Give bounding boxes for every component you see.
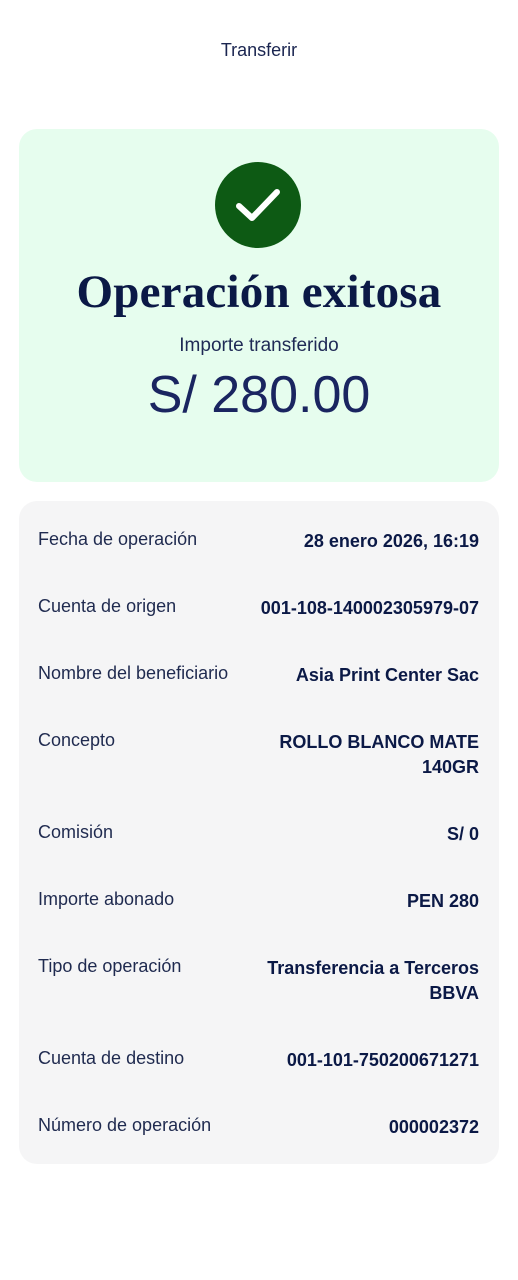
detail-value: S/ 0 [446,824,479,844]
detail-value: 28 enero 2026, 16:19 [303,531,479,551]
page-title: Transferir [220,40,298,60]
detail-label: Concepto [38,730,116,750]
success-title: Operación exitosa [76,266,442,318]
detail-label: Cuenta de destino [38,1048,185,1068]
detail-value: Asia Print Center Sac [295,665,479,685]
operation-details: Fecha de operación 28 enero 2026, 16:19 … [19,501,499,1164]
detail-value: 001-101-750200671271 [286,1050,479,1070]
detail-row-concepto: Concepto ROLLO BLANCO MATE 140GR [38,730,479,780]
detail-row-importe-abonado: Importe abonado PEN 280 [38,889,479,914]
amount-label: Importe transferido [179,335,339,356]
detail-row-cuenta-destino: Cuenta de destino 001-101-750200671271 [38,1048,479,1073]
detail-value: ROLLO BLANCO MATE 140GR [279,732,479,777]
detail-label: Comisión [38,822,114,842]
success-card: Operación exitosa Importe transferido S/… [19,129,499,482]
detail-value: 000002372 [388,1117,479,1137]
detail-row-numero-operacion: Número de operación 000002372 [38,1115,479,1140]
detail-row-comision: Comisión S/ 0 [38,822,479,847]
detail-label: Nombre del beneficiario [38,663,229,683]
detail-label: Fecha de operación [38,529,198,549]
detail-row-tipo-operacion: Tipo de operación Transferencia a Tercer… [38,956,479,1006]
detail-row-cuenta-origen: Cuenta de origen 001-108-140002305979-07 [38,596,479,621]
transferred-amount: S/ 280.00 [147,366,371,424]
detail-label: Importe abonado [38,889,175,909]
checkmark-icon [215,162,301,248]
detail-value: 001-108-140002305979-07 [260,598,479,618]
detail-row-beneficiario: Nombre del beneficiario Asia Print Cente… [38,663,479,688]
detail-value: PEN 280 [406,891,479,911]
detail-row-fecha: Fecha de operación 28 enero 2026, 16:19 [38,529,479,554]
detail-label: Tipo de operación [38,956,182,976]
detail-value: Transferencia a Terceros BBVA [267,958,479,1003]
detail-label: Cuenta de origen [38,596,177,616]
detail-label: Número de operación [38,1115,212,1135]
